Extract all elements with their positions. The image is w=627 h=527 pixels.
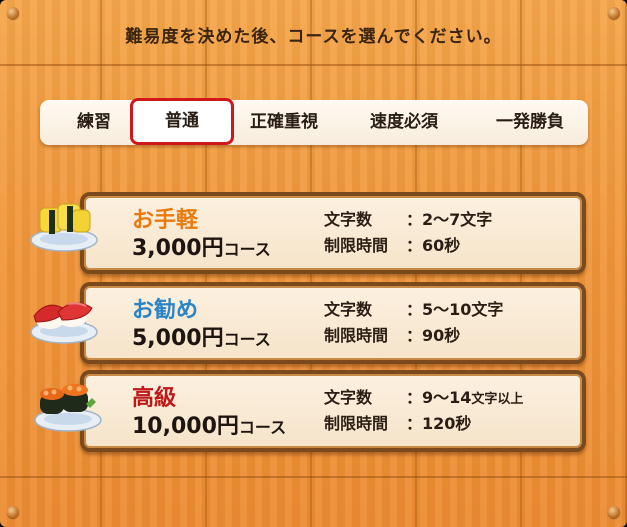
time-limit-row: 制限時間 ：90秒 <box>324 326 461 345</box>
char-count-row: 文字数 ：9～14文字以上 <box>324 388 524 407</box>
nail-icon <box>608 7 620 19</box>
nail-icon <box>7 506 19 518</box>
time-limit-row: 制限時間 ：120秒 <box>324 414 472 433</box>
nail-icon <box>608 506 620 518</box>
wood-plank-seam <box>0 476 627 478</box>
tab-seikaku-juushi[interactable]: 正確重視 <box>236 100 332 145</box>
course-price: 3,000円コース <box>132 236 271 261</box>
course-price: 5,000円コース <box>132 326 271 351</box>
tab-sokudo-hissu[interactable]: 速度必須 <box>352 100 456 145</box>
course-card-osusume[interactable]: お勧め 5,000円コース 文字数 ：5～10文字 制限時間 ：90秒 <box>80 282 586 364</box>
course-card-koukyuu[interactable]: 高級 10,000円コース 文字数 ：9～14文字以上 制限時間 ：120秒 <box>80 370 586 452</box>
tab-ippatsu-shoubu[interactable]: 一発勝負 <box>478 100 582 145</box>
char-count-row: 文字数 ：5～10文字 <box>324 300 504 319</box>
wood-plank-seam <box>0 64 627 66</box>
nail-icon <box>7 7 19 19</box>
course-select-screen: 難易度を決めた後、コースを選んでください。 練習 普通 正確重視 速度必須 一発… <box>0 0 627 527</box>
char-count-row: 文字数 ：2～7文字 <box>324 210 493 229</box>
course-card-otegaru[interactable]: お手軽 3,000円コース 文字数 ：2～7文字 制限時間 ：60秒 <box>80 192 586 274</box>
course-price: 10,000円コース <box>132 414 287 439</box>
tab-renshu[interactable]: 練習 <box>48 100 140 145</box>
instruction-text: 難易度を決めた後、コースを選んでください。 <box>125 27 502 47</box>
difficulty-tabs: 練習 普通 正確重視 速度必須 一発勝負 <box>40 98 588 145</box>
tamago-sushi-icon <box>30 203 98 252</box>
time-limit-row: 制限時間 ：60秒 <box>324 236 461 255</box>
tab-futsu[interactable]: 普通 <box>130 98 234 145</box>
ikura-sushi-icon <box>34 384 102 432</box>
maguro-sushi-icon <box>30 302 98 344</box>
